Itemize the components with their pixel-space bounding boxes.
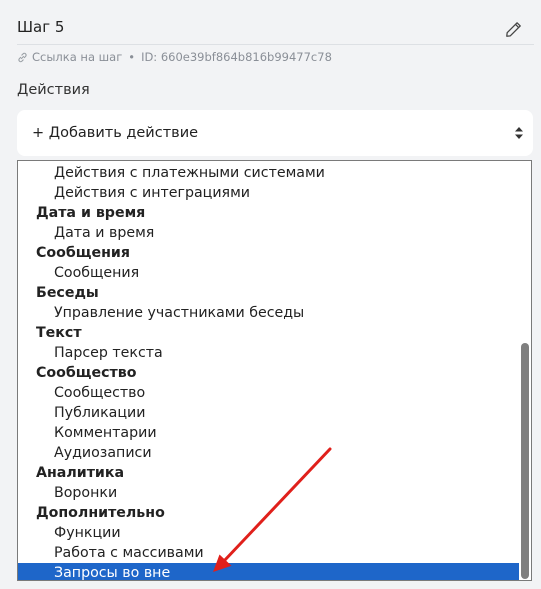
meta-separator: • (128, 50, 136, 64)
add-action-select-value: + Добавить действие (32, 125, 199, 141)
dropdown-option[interactable]: Сообщество (18, 383, 519, 403)
dropdown-option[interactable]: Сообщения (18, 263, 519, 283)
dropdown-option[interactable]: Работа с массивами (18, 543, 519, 563)
dropdown-option[interactable]: Комментарии (18, 423, 519, 443)
option-group-header: Аналитика (36, 465, 125, 481)
option-group-header: Текст (36, 325, 82, 341)
dropdown-option[interactable]: Запросы во вне (18, 563, 519, 580)
pencil-icon (505, 21, 521, 37)
dropdown-option[interactable]: Функции (18, 523, 519, 543)
dropdown-option[interactable]: Действия с платежными системами (18, 163, 519, 183)
edit-step-button[interactable] (503, 19, 523, 39)
option-group-header: Дополнительно (36, 505, 165, 521)
dropdown-option[interactable]: Парсер текста (18, 343, 519, 363)
dropdown-option[interactable]: Публикации (18, 403, 519, 423)
step-title: Шаг 5 (17, 18, 65, 36)
step-id: ID: 660e39bf864b816b99477c78 (141, 50, 332, 64)
link-icon (18, 52, 27, 62)
dropdown-option[interactable]: Управление участниками беседы (18, 303, 519, 323)
option-group-header: Беседы (36, 285, 99, 301)
option-group-header: Сообщения (36, 245, 130, 261)
step-link[interactable]: Ссылка на шаг (32, 50, 122, 64)
option-group-header: Сообщество (36, 365, 137, 381)
dropdown-option[interactable]: Аудиозаписи (18, 443, 519, 463)
dropdown-option[interactable]: Воронки (18, 483, 519, 503)
add-action-select[interactable]: + Добавить действие (17, 110, 533, 156)
step-meta: Ссылка на шаг • ID: 660e39bf864b816b9947… (17, 50, 332, 64)
option-group-header: Дата и время (36, 205, 146, 221)
dropdown-options: Действия с платежными системами Действия … (18, 163, 519, 580)
scrollbar-thumb[interactable] (521, 343, 529, 579)
action-dropdown-list[interactable]: Действия с платежными системами Действия … (17, 160, 532, 581)
actions-label: Действия (17, 82, 90, 98)
header-divider (17, 44, 534, 45)
sort-arrows-icon (515, 127, 523, 139)
dropdown-option[interactable]: Дата и время (18, 223, 519, 243)
dropdown-option[interactable]: Действия с интеграциями (18, 183, 519, 203)
dropdown-scrollbar[interactable] (519, 161, 531, 580)
